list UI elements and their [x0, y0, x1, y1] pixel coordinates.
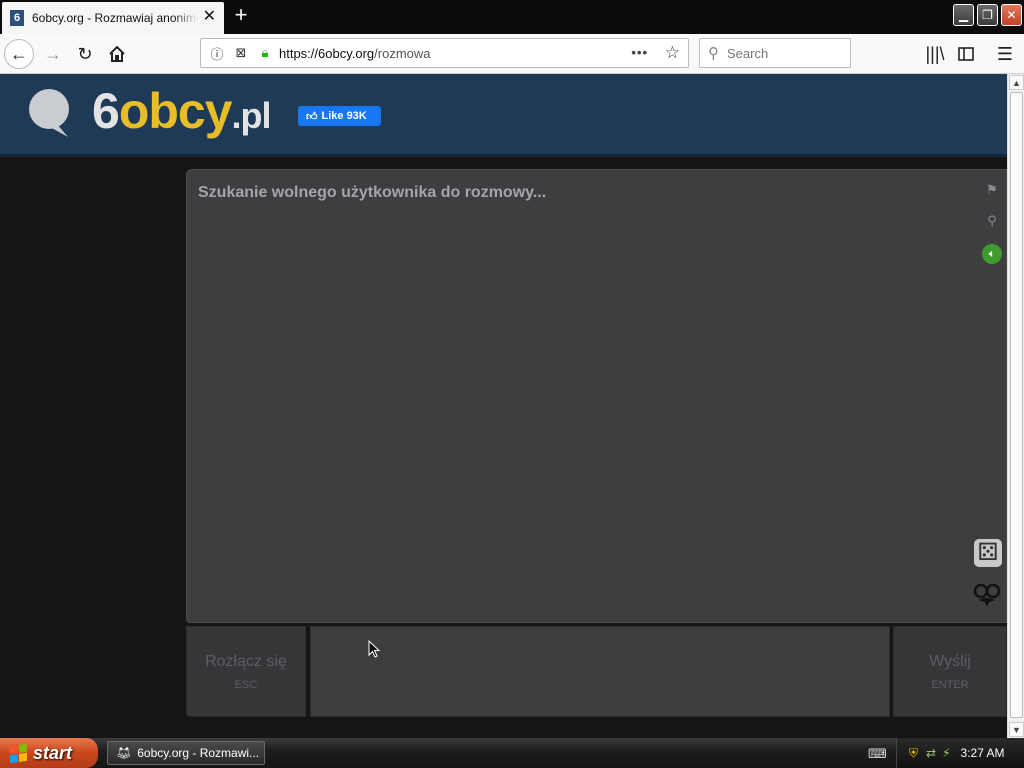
taskbar-item-label: 6obcy.org - Rozmawi... — [137, 746, 260, 760]
scroll-down-arrow-icon[interactable]: ▼ — [1009, 722, 1024, 737]
hamburger-menu-button[interactable]: ☰ — [990, 39, 1020, 69]
site-logo[interactable]: 6obcy.pl — [92, 82, 272, 140]
arrow-left-icon: ← — [10, 43, 28, 64]
sidebar-button[interactable] — [951, 39, 981, 69]
url-text[interactable]: https://6obcy.org/rozmowa — [279, 46, 431, 61]
start-button[interactable]: start — [0, 738, 98, 768]
scroll-up-arrow-icon[interactable]: ▲ — [1009, 75, 1024, 90]
site-header: 6obcy.pl 👍︎ Like 93K — [0, 74, 1007, 157]
restore-button[interactable]: ❐ — [977, 4, 998, 26]
page-content: 6obcy.pl 👍︎ Like 93K Szukanie wolnego uż… — [0, 74, 1007, 738]
library-button[interactable]: |||\ — [920, 39, 950, 69]
permissions-icon[interactable]: ⊠ — [233, 45, 249, 61]
sidebar-icon — [958, 47, 974, 61]
hamburger-icon: ☰ — [996, 43, 1014, 64]
arrow-right-icon: → — [44, 43, 62, 64]
reload-icon: ↻ — [77, 43, 93, 64]
home-button[interactable] — [102, 39, 132, 69]
sound-on-icon[interactable]: 🔈︎ — [982, 244, 1002, 264]
disconnect-button[interactable]: Rozłącz się ESC — [186, 626, 306, 717]
scrollbar-thumb[interactable] — [1010, 92, 1023, 718]
bookmark-star-icon[interactable]: ☆ — [665, 43, 680, 63]
forward-button[interactable]: → — [38, 39, 68, 69]
power-icon[interactable]: ⚡ — [942, 746, 950, 760]
message-input[interactable] — [310, 626, 890, 717]
url-path: /rozmowa — [374, 45, 431, 61]
windows-logo-icon — [10, 743, 27, 763]
network-icon[interactable]: ⇄ — [926, 746, 936, 760]
keyboard-icon[interactable]: ⌨ — [868, 746, 887, 762]
disconnect-label: Rozłącz się — [205, 652, 287, 670]
speech-bubble-logo-icon — [29, 89, 69, 137]
mouse-cursor-icon — [368, 640, 380, 658]
send-shortcut: ENTER — [931, 678, 969, 691]
vertical-scrollbar[interactable]: ▲ ▼ — [1007, 74, 1024, 738]
taskbar-window-item[interactable]: 🦊︎ 6obcy.org - Rozmawi... — [107, 741, 265, 765]
thumbs-up-icon: 👍︎ — [306, 110, 318, 123]
back-button[interactable]: ← — [4, 39, 34, 69]
close-tab-icon[interactable]: ✕ — [203, 9, 216, 25]
reload-button[interactable]: ↻ — [70, 39, 100, 69]
browser-titlebar: 6 6obcy.org - Rozmawiaj anonimowo ✕ + ▁ … — [0, 0, 1024, 34]
chat-log-panel: Szukanie wolnego użytkownika do rozmowy.… — [186, 169, 1007, 623]
info-icon[interactable]: ⓘ — [209, 44, 225, 63]
lock-icon[interactable]: 🔒︎ — [257, 45, 273, 61]
facebook-like-button[interactable]: 👍︎ Like 93K — [298, 106, 381, 126]
url-host: https://6obcy.org — [279, 45, 375, 61]
home-icon — [109, 45, 125, 62]
report-flag-icon[interactable]: ⚑ — [983, 181, 1001, 199]
address-bar[interactable]: ⓘ ⊠ 🔒︎ https://6obcy.org/rozmowa ••• ☆ — [200, 38, 689, 68]
chat-controls: Rozłącz się ESC Wyślij ENTER — [186, 626, 1007, 717]
disconnect-shortcut: ESC — [234, 678, 258, 691]
close-window-button[interactable]: ✕ — [1001, 4, 1022, 26]
search-placeholder: Search — [727, 45, 769, 61]
chat-status-message: Szukanie wolnego użytkownika do rozmowy.… — [198, 184, 547, 201]
facebook-like-label: Like 93K — [321, 110, 367, 122]
send-label: Wyślij — [929, 652, 971, 670]
security-shield-icon[interactable]: ⛨ — [909, 746, 918, 761]
navigation-toolbar: ← → ↻ ⓘ ⊠ 🔒︎ https://6obcy.org/rozmowa •… — [0, 34, 1024, 74]
browser-tab[interactable]: 6 6obcy.org - Rozmawiaj anonimowo ✕ — [2, 2, 224, 34]
zoom-icon[interactable]: ⚲ — [983, 212, 1001, 230]
search-box[interactable]: ⚲ Search — [699, 38, 851, 68]
clock[interactable]: 3:27 AM — [961, 746, 1005, 760]
minimize-button[interactable]: ▁ — [953, 4, 974, 26]
library-icon: |||\ — [925, 43, 945, 64]
incognito-mask-icon[interactable] — [971, 579, 1003, 611]
search-icon: ⚲ — [708, 45, 719, 62]
browser-window-icon: 🦊︎ — [116, 746, 132, 760]
random-topic-dice-icon[interactable]: ⚄ — [974, 539, 1002, 567]
start-label: start — [33, 742, 73, 763]
new-tab-button[interactable]: + — [230, 4, 252, 27]
page-actions-menu[interactable]: ••• — [631, 45, 648, 60]
site-favicon: 6 — [10, 10, 24, 26]
tab-title: 6obcy.org - Rozmawiaj anonimowo — [32, 11, 198, 25]
windows-taskbar: start 🦊︎ 6obcy.org - Rozmawi... ⌨ ⛨ ⇄ ⚡ … — [0, 738, 1024, 768]
send-button[interactable]: Wyślij ENTER — [893, 626, 1007, 717]
system-tray: ⛨ ⇄ ⚡ 3:27 AM — [896, 738, 1024, 768]
